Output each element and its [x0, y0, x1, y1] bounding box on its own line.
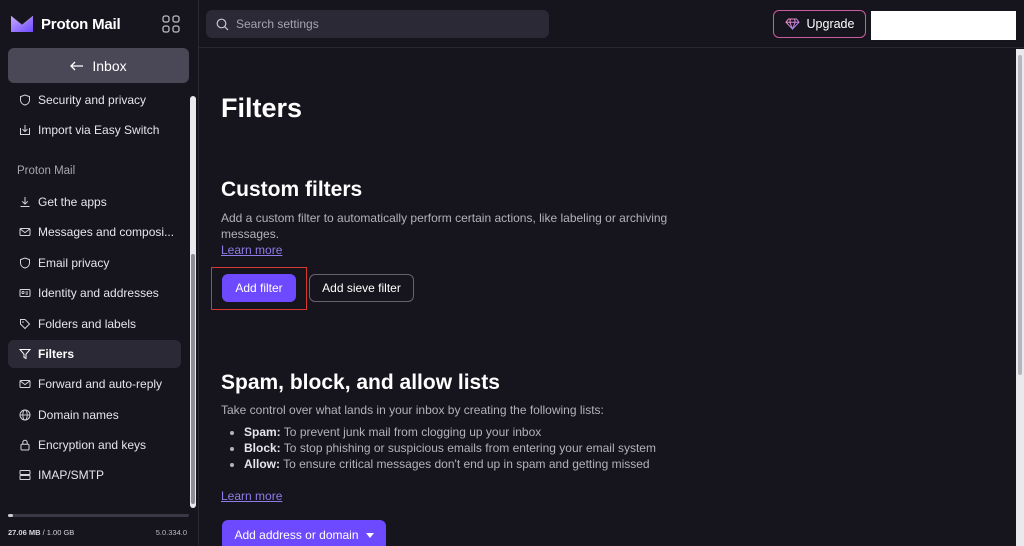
storage-total: / 1.00 GB [42, 528, 75, 537]
sidebar-item-label: Import via Easy Switch [38, 123, 160, 137]
spam-lists-learn-more-link[interactable]: Learn more [221, 489, 282, 503]
download-icon [20, 197, 30, 207]
sidebar-item-label: Domain names [38, 408, 119, 422]
sidebar-item-domain-names[interactable]: Domain names [8, 401, 181, 429]
sidebar-item-label: Messages and composi... [38, 225, 175, 239]
globe-icon [19, 409, 31, 421]
lock-icon [20, 439, 30, 451]
bullet-term: Spam: [244, 425, 281, 439]
storage-used: 27.06 MB [8, 528, 41, 537]
sidebar-scrollbar[interactable] [190, 96, 196, 508]
main-scrollbar[interactable] [1016, 49, 1024, 546]
sidebar-item-filters[interactable]: Filters [8, 340, 181, 368]
app-version: 5.0.334.0 [155, 528, 187, 537]
import-icon [20, 125, 30, 135]
sidebar-item-import[interactable]: Import via Easy Switch [8, 116, 181, 144]
list-item: Allow: To ensure critical messages don't… [244, 456, 656, 472]
add-address-domain-button[interactable]: Add address or domain [222, 520, 386, 546]
bullet-term: Block: [244, 441, 281, 455]
brand-logo[interactable]: Proton Mail [10, 12, 121, 36]
list-item: Block: To stop phishing or suspicious em… [244, 440, 656, 456]
filter-icon [19, 349, 31, 360]
list-item: Spam: To prevent junk mail from clogging… [244, 424, 656, 440]
apps-grid-icon[interactable] [162, 15, 180, 33]
spam-lists-bullets: Spam: To prevent junk mail from clogging… [244, 424, 656, 472]
arrow-left-icon [70, 58, 84, 74]
search-box[interactable] [206, 10, 549, 38]
top-bar: Upgrade [199, 0, 1024, 48]
caret-down-icon [365, 532, 374, 538]
search-input[interactable] [236, 17, 526, 31]
account-menu-redacted[interactable] [871, 11, 1016, 40]
custom-filters-learn-more-link[interactable]: Learn more [221, 243, 282, 257]
bullet-text: To ensure critical messages don't end up… [280, 457, 650, 471]
sidebar-item-label: Folders and labels [38, 317, 137, 331]
add-filter-button[interactable]: Add filter [222, 274, 296, 302]
custom-filters-description: Add a custom filter to automatically per… [221, 211, 668, 241]
sidebar-item-imap-smtp[interactable]: IMAP/SMTP [8, 461, 181, 489]
sidebar-item-label: Encryption and keys [38, 438, 147, 452]
page-title: Filters [221, 93, 303, 123]
custom-filters-heading: Custom filters [221, 178, 363, 201]
add-sieve-filter-button[interactable]: Add sieve filter [309, 274, 414, 302]
sidebar-item-label: Get the apps [38, 195, 107, 209]
spam-lists-description: Take control over what lands in your inb… [221, 403, 604, 417]
nav-section-title: Proton Mail [17, 165, 76, 177]
bullet-text: To prevent junk mail from clogging up yo… [280, 425, 542, 439]
storage-usage-bar [8, 514, 189, 517]
forward-icon [19, 380, 31, 388]
tag-icon [20, 319, 31, 330]
sidebar-item-label: Email privacy [38, 256, 110, 270]
add-address-domain-label: Add address or domain [234, 528, 359, 542]
sidebar-item-security-privacy[interactable]: Security and privacy [8, 86, 181, 114]
storage-usage-fill [8, 514, 13, 517]
back-to-inbox-label: Inbox [92, 57, 127, 74]
id-card-icon [19, 289, 31, 297]
diamond-icon [784, 18, 800, 30]
bullet-text: To stop phishing or suspicious emails fr… [280, 441, 656, 455]
sidebar-item-get-apps[interactable]: Get the apps [8, 188, 181, 216]
sidebar: Proton Mail Inbox Security and privacy I… [0, 0, 199, 546]
spam-lists-heading: Spam, block, and allow lists [221, 371, 500, 394]
envelope-icon [19, 228, 31, 236]
sidebar-item-messages[interactable]: Messages and composi... [8, 218, 181, 246]
settings-nav: Security and privacy Import via Easy Swi… [8, 86, 184, 506]
search-icon [216, 18, 229, 30]
upgrade-label: Upgrade [806, 17, 855, 31]
sidebar-item-encryption[interactable]: Encryption and keys [8, 431, 181, 459]
main-content: Filters Custom filters Add a custom filt… [199, 49, 1015, 546]
storage-usage-text: 27.06 MB / 1.00 GB [8, 528, 74, 537]
bullet-term: Allow: [244, 457, 280, 471]
sidebar-item-identity[interactable]: Identity and addresses [8, 279, 181, 307]
sidebar-item-email-privacy[interactable]: Email privacy [8, 249, 181, 277]
back-to-inbox-button[interactable]: Inbox [8, 48, 189, 83]
sidebar-item-forward[interactable]: Forward and auto-reply [8, 370, 181, 398]
sidebar-scrollbar-thumb[interactable] [191, 254, 195, 504]
upgrade-button[interactable]: Upgrade [773, 10, 866, 38]
main-scrollbar-thumb[interactable] [1018, 55, 1022, 375]
shield-icon [20, 94, 30, 106]
sidebar-item-label: IMAP/SMTP [38, 468, 105, 482]
server-icon [19, 470, 31, 480]
sidebar-item-folders-labels[interactable]: Folders and labels [8, 310, 181, 338]
brand-name: Proton Mail [41, 15, 121, 33]
shield-icon [20, 257, 30, 269]
sidebar-item-label: Identity and addresses [38, 286, 159, 300]
sidebar-item-label: Filters [38, 347, 75, 361]
sidebar-item-label: Forward and auto-reply [38, 377, 163, 391]
sidebar-item-label: Security and privacy [38, 93, 147, 107]
proton-mail-logo-icon [10, 15, 34, 32]
